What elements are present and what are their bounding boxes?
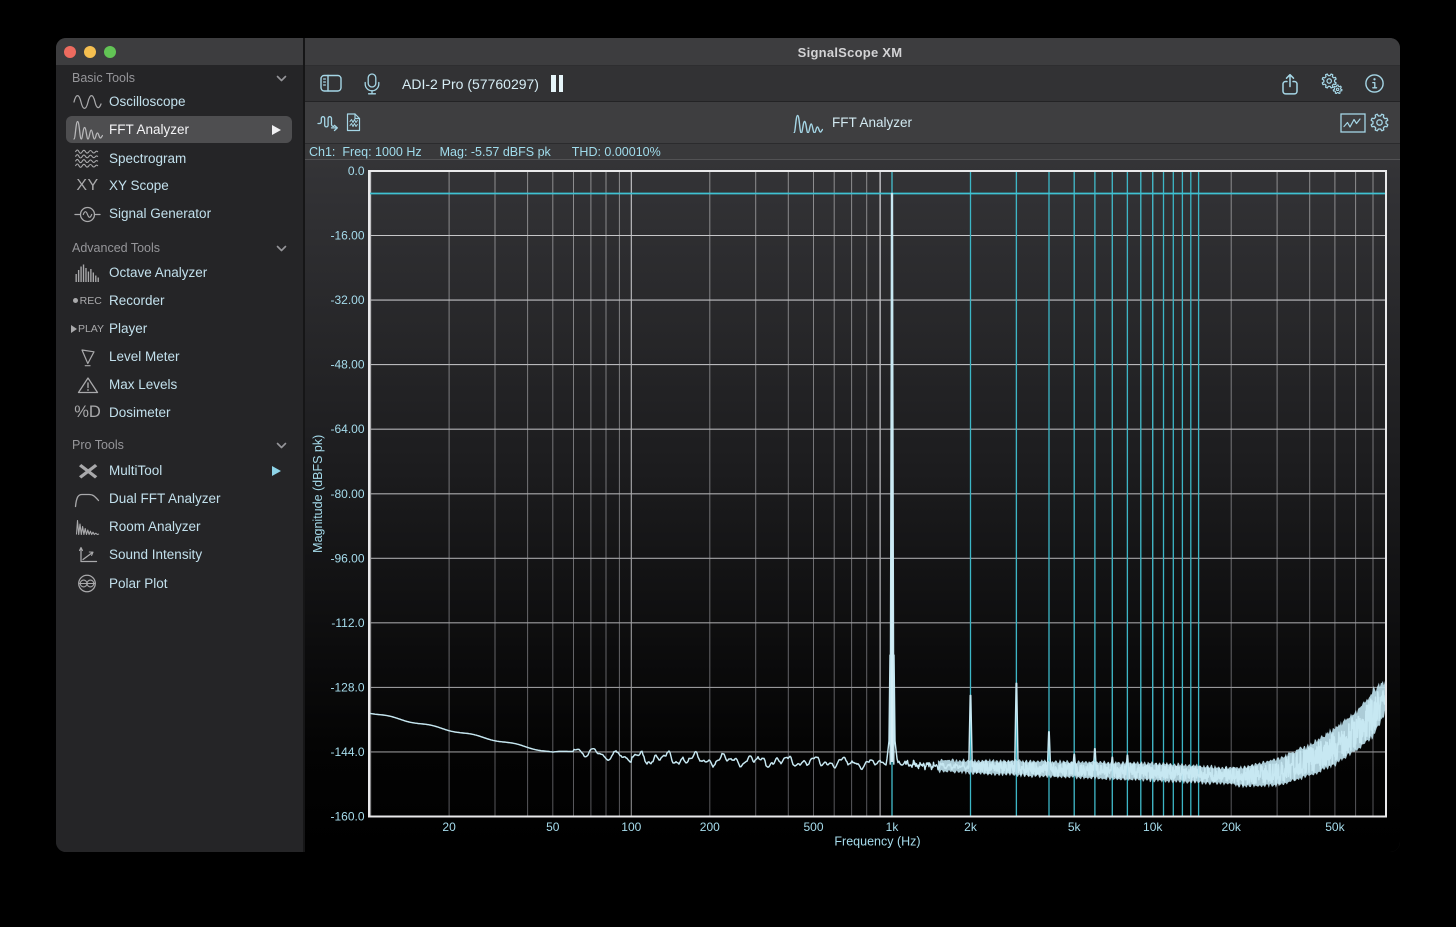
svg-text:-128.0: -128.0 xyxy=(330,680,364,694)
svg-text:200: 200 xyxy=(700,820,720,834)
svg-text:-96.00: -96.00 xyxy=(330,551,364,565)
svg-text:50: 50 xyxy=(546,820,560,834)
svg-text:Frequency (Hz): Frequency (Hz) xyxy=(834,835,920,849)
svg-text:10k: 10k xyxy=(1143,820,1163,834)
svg-text:100: 100 xyxy=(621,820,641,834)
svg-text:-64.00: -64.00 xyxy=(330,422,364,436)
svg-text:20: 20 xyxy=(442,820,456,834)
svg-text:50k: 50k xyxy=(1325,820,1345,834)
svg-text:-144.0: -144.0 xyxy=(330,745,364,759)
svg-text:-80.00: -80.00 xyxy=(330,487,364,501)
svg-text:-32.00: -32.00 xyxy=(330,293,364,307)
svg-text:500: 500 xyxy=(803,820,823,834)
svg-text:-16.00: -16.00 xyxy=(330,229,364,243)
svg-text:-48.00: -48.00 xyxy=(330,358,364,372)
svg-text:20k: 20k xyxy=(1222,820,1242,834)
svg-text:1k: 1k xyxy=(886,820,900,834)
svg-text:-160.0: -160.0 xyxy=(330,810,364,824)
svg-text:5k: 5k xyxy=(1068,820,1082,834)
svg-text:Magnitude (dBFS pk): Magnitude (dBFS pk) xyxy=(311,435,325,553)
svg-text:0.0: 0.0 xyxy=(348,164,365,178)
svg-text:-112.0: -112.0 xyxy=(331,616,364,630)
svg-text:2k: 2k xyxy=(964,820,978,834)
